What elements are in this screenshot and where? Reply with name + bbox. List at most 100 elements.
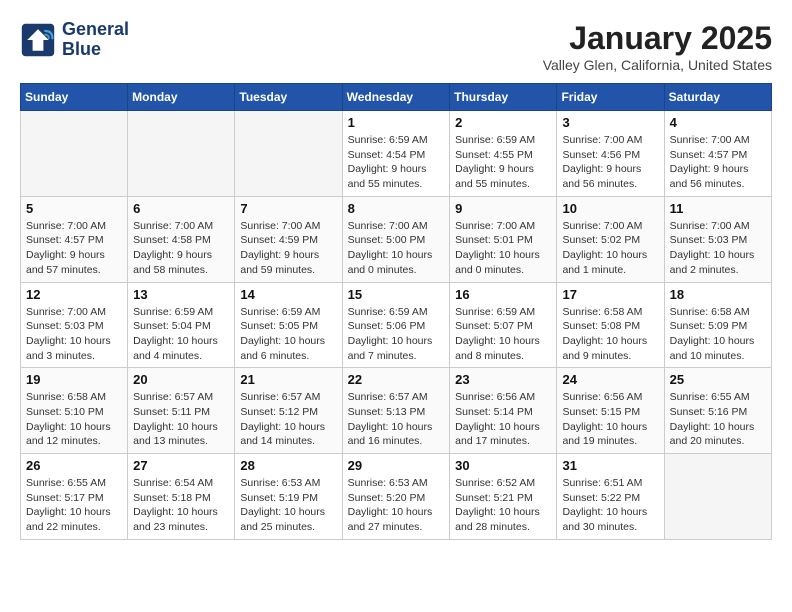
week-row-5: 26 Sunrise: 6:55 AMSunset: 5:17 PMDayligh… bbox=[21, 454, 772, 540]
day-info: Sunrise: 6:58 AMSunset: 5:09 PMDaylight:… bbox=[670, 305, 766, 364]
calendar-cell: 27 Sunrise: 6:54 AMSunset: 5:18 PMDayligh… bbox=[128, 454, 235, 540]
logo: General Blue bbox=[20, 20, 129, 60]
day-info: Sunrise: 6:57 AMSunset: 5:11 PMDaylight:… bbox=[133, 390, 229, 449]
calendar-cell: 3Sunrise: 7:00 AMSunset: 4:56 PMDaylight… bbox=[557, 111, 664, 197]
calendar-cell: 31Sunrise: 6:51 AMSunset: 5:22 PMDayligh… bbox=[557, 454, 664, 540]
day-info: Sunrise: 6:57 AMSunset: 5:13 PMDaylight:… bbox=[348, 390, 445, 449]
day-info: Sunrise: 7:00 AMSunset: 5:00 PMDaylight:… bbox=[348, 219, 445, 278]
logo-icon bbox=[20, 22, 56, 58]
day-info: Sunrise: 6:59 AMSunset: 4:55 PMDaylight:… bbox=[455, 133, 551, 192]
calendar-cell: 20 Sunrise: 6:57 AMSunset: 5:11 PMDayligh… bbox=[128, 368, 235, 454]
calendar-cell bbox=[235, 111, 342, 197]
calendar-cell: 26 Sunrise: 6:55 AMSunset: 5:17 PMDayligh… bbox=[21, 454, 128, 540]
calendar-cell: 9Sunrise: 7:00 AMSunset: 5:01 PMDaylight… bbox=[450, 196, 557, 282]
calendar-cell: 10 Sunrise: 7:00 AMSunset: 5:02 PMDayligh… bbox=[557, 196, 664, 282]
day-info: Sunrise: 6:58 AMSunset: 5:08 PMDaylight:… bbox=[562, 305, 658, 364]
calendar-cell: 30 Sunrise: 6:52 AMSunset: 5:21 PMDayligh… bbox=[450, 454, 557, 540]
day-number: 2 bbox=[455, 115, 551, 130]
weekday-header-tuesday: Tuesday bbox=[235, 84, 342, 111]
week-row-2: 5Sunrise: 7:00 AMSunset: 4:57 PMDaylight… bbox=[21, 196, 772, 282]
day-info: Sunrise: 7:00 AMSunset: 4:57 PMDaylight:… bbox=[670, 133, 766, 192]
calendar-cell: 16 Sunrise: 6:59 AMSunset: 5:07 PMDayligh… bbox=[450, 282, 557, 368]
day-number: 16 bbox=[455, 287, 551, 302]
day-number: 27 bbox=[133, 458, 229, 473]
calendar-cell: 1 Sunrise: 6:59 AMSunset: 4:54 PMDaylight… bbox=[342, 111, 450, 197]
day-info: Sunrise: 6:59 AMSunset: 4:54 PMDaylight:… bbox=[348, 133, 445, 192]
calendar-table: SundayMondayTuesdayWednesdayThursdayFrid… bbox=[20, 83, 772, 540]
day-number: 18 bbox=[670, 287, 766, 302]
calendar-cell: 24 Sunrise: 6:56 AMSunset: 5:15 PMDayligh… bbox=[557, 368, 664, 454]
calendar-cell: 19 Sunrise: 6:58 AMSunset: 5:10 PMDayligh… bbox=[21, 368, 128, 454]
calendar-cell bbox=[21, 111, 128, 197]
calendar-cell: 2 Sunrise: 6:59 AMSunset: 4:55 PMDaylight… bbox=[450, 111, 557, 197]
day-number: 19 bbox=[26, 372, 122, 387]
weekday-header-friday: Friday bbox=[557, 84, 664, 111]
day-number: 31 bbox=[562, 458, 658, 473]
day-info: Sunrise: 6:53 AMSunset: 5:19 PMDaylight:… bbox=[240, 476, 336, 535]
weekday-header-thursday: Thursday bbox=[450, 84, 557, 111]
day-number: 20 bbox=[133, 372, 229, 387]
calendar-cell: 11 Sunrise: 7:00 AMSunset: 5:03 PMDayligh… bbox=[664, 196, 771, 282]
day-info: Sunrise: 7:00 AMSunset: 5:01 PMDaylight:… bbox=[455, 219, 551, 278]
day-info: Sunrise: 6:58 AMSunset: 5:10 PMDaylight:… bbox=[26, 390, 122, 449]
calendar-cell: 5Sunrise: 7:00 AMSunset: 4:57 PMDaylight… bbox=[21, 196, 128, 282]
day-number: 3 bbox=[562, 115, 658, 130]
weekday-header-wednesday: Wednesday bbox=[342, 84, 450, 111]
logo-text: General Blue bbox=[62, 20, 129, 60]
day-number: 7 bbox=[240, 201, 336, 216]
day-info: Sunrise: 6:59 AMSunset: 5:04 PMDaylight:… bbox=[133, 305, 229, 364]
calendar-cell: 17 Sunrise: 6:58 AMSunset: 5:08 PMDayligh… bbox=[557, 282, 664, 368]
day-number: 10 bbox=[562, 201, 658, 216]
day-number: 11 bbox=[670, 201, 766, 216]
calendar-cell: 6Sunrise: 7:00 AMSunset: 4:58 PMDaylight… bbox=[128, 196, 235, 282]
day-number: 14 bbox=[240, 287, 336, 302]
week-row-4: 19 Sunrise: 6:58 AMSunset: 5:10 PMDayligh… bbox=[21, 368, 772, 454]
calendar-cell: 21 Sunrise: 6:57 AMSunset: 5:12 PMDayligh… bbox=[235, 368, 342, 454]
day-number: 12 bbox=[26, 287, 122, 302]
day-number: 8 bbox=[348, 201, 445, 216]
day-info: Sunrise: 7:00 AMSunset: 5:03 PMDaylight:… bbox=[670, 219, 766, 278]
calendar-cell: 14 Sunrise: 6:59 AMSunset: 5:05 PMDayligh… bbox=[235, 282, 342, 368]
calendar-cell: 25Sunrise: 6:55 AMSunset: 5:16 PMDayligh… bbox=[664, 368, 771, 454]
day-info: Sunrise: 7:00 AMSunset: 4:57 PMDaylight:… bbox=[26, 219, 122, 278]
day-number: 21 bbox=[240, 372, 336, 387]
page-header: General Blue January 2025 Valley Glen, C… bbox=[20, 20, 772, 73]
day-info: Sunrise: 7:00 AMSunset: 4:59 PMDaylight:… bbox=[240, 219, 336, 278]
day-info: Sunrise: 6:55 AMSunset: 5:17 PMDaylight:… bbox=[26, 476, 122, 535]
calendar-cell: 15 Sunrise: 6:59 AMSunset: 5:06 PMDayligh… bbox=[342, 282, 450, 368]
location-subtitle: Valley Glen, California, United States bbox=[543, 57, 772, 73]
calendar-cell bbox=[128, 111, 235, 197]
day-number: 24 bbox=[562, 372, 658, 387]
day-number: 1 bbox=[348, 115, 445, 130]
title-block: January 2025 Valley Glen, California, Un… bbox=[543, 20, 772, 73]
month-title: January 2025 bbox=[543, 20, 772, 57]
day-info: Sunrise: 7:00 AMSunset: 4:58 PMDaylight:… bbox=[133, 219, 229, 278]
day-info: Sunrise: 7:00 AMSunset: 5:02 PMDaylight:… bbox=[562, 219, 658, 278]
day-info: Sunrise: 6:59 AMSunset: 5:05 PMDaylight:… bbox=[240, 305, 336, 364]
day-info: Sunrise: 6:56 AMSunset: 5:15 PMDaylight:… bbox=[562, 390, 658, 449]
day-number: 30 bbox=[455, 458, 551, 473]
day-number: 4 bbox=[670, 115, 766, 130]
day-info: Sunrise: 6:52 AMSunset: 5:21 PMDaylight:… bbox=[455, 476, 551, 535]
day-info: Sunrise: 6:59 AMSunset: 5:07 PMDaylight:… bbox=[455, 305, 551, 364]
weekday-header-row: SundayMondayTuesdayWednesdayThursdayFrid… bbox=[21, 84, 772, 111]
day-number: 26 bbox=[26, 458, 122, 473]
calendar-cell: 29 Sunrise: 6:53 AMSunset: 5:20 PMDayligh… bbox=[342, 454, 450, 540]
day-number: 23 bbox=[455, 372, 551, 387]
day-info: Sunrise: 6:54 AMSunset: 5:18 PMDaylight:… bbox=[133, 476, 229, 535]
calendar-cell: 7 Sunrise: 7:00 AMSunset: 4:59 PMDaylight… bbox=[235, 196, 342, 282]
calendar-cell: 12 Sunrise: 7:00 AMSunset: 5:03 PMDayligh… bbox=[21, 282, 128, 368]
calendar-cell bbox=[664, 454, 771, 540]
week-row-1: 1 Sunrise: 6:59 AMSunset: 4:54 PMDaylight… bbox=[21, 111, 772, 197]
day-info: Sunrise: 6:56 AMSunset: 5:14 PMDaylight:… bbox=[455, 390, 551, 449]
day-info: Sunrise: 6:53 AMSunset: 5:20 PMDaylight:… bbox=[348, 476, 445, 535]
weekday-header-monday: Monday bbox=[128, 84, 235, 111]
calendar-cell: 18 Sunrise: 6:58 AMSunset: 5:09 PMDayligh… bbox=[664, 282, 771, 368]
day-info: Sunrise: 6:59 AMSunset: 5:06 PMDaylight:… bbox=[348, 305, 445, 364]
day-number: 15 bbox=[348, 287, 445, 302]
week-row-3: 12 Sunrise: 7:00 AMSunset: 5:03 PMDayligh… bbox=[21, 282, 772, 368]
day-info: Sunrise: 7:00 AMSunset: 5:03 PMDaylight:… bbox=[26, 305, 122, 364]
day-info: Sunrise: 6:57 AMSunset: 5:12 PMDaylight:… bbox=[240, 390, 336, 449]
day-number: 29 bbox=[348, 458, 445, 473]
day-number: 17 bbox=[562, 287, 658, 302]
